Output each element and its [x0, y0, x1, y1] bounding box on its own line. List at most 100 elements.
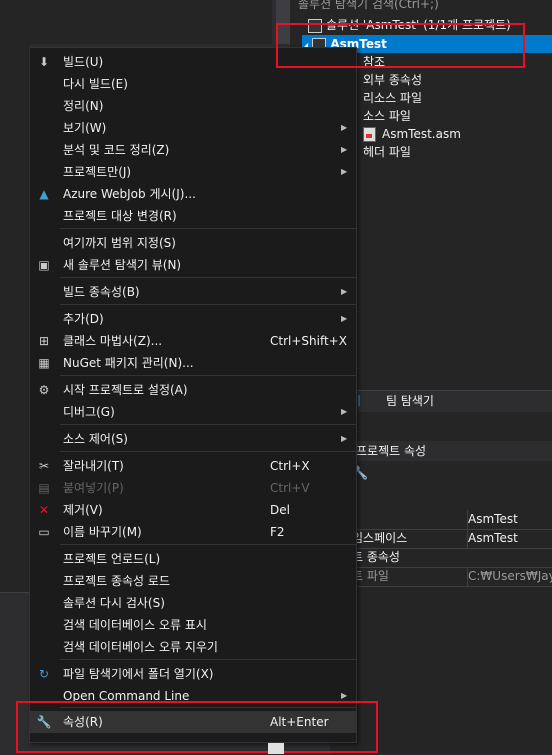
menu-item[interactable]: ✂ 잘라내기(T) Ctrl+X — [30, 455, 356, 477]
menu-item-label: 프로젝트 언로드(L) — [63, 552, 161, 566]
menu-item-label: 잘라내기(T) — [63, 459, 124, 473]
menu-item-label: 다시 빌드(E) — [63, 77, 128, 91]
submenu-arrow-icon: ▶ — [341, 407, 348, 416]
menu-separator — [60, 375, 356, 376]
menu-item[interactable]: 프로젝트만(J) ▶ — [30, 161, 356, 183]
menu-item[interactable]: 다시 빌드(E) — [30, 73, 356, 95]
menu-item[interactable]: 소스 제어(S) ▶ — [30, 428, 356, 450]
solution-search-input[interactable]: 솔루션 탐색기 검색(Ctrl+;) — [290, 0, 552, 16]
submenu-arrow-icon: ▶ — [341, 434, 348, 443]
menu-separator — [60, 659, 356, 660]
new-view-icon: ▣ — [38, 258, 50, 272]
menu-item[interactable]: 프로젝트 종속성 로드 — [30, 570, 356, 592]
menu-item-shortcut: Ctrl+Shift+X — [270, 334, 347, 348]
azure-icon: ▲ — [39, 187, 49, 201]
asm-file-label: AsmTest.asm — [382, 127, 461, 141]
submenu-arrow-icon: ▶ — [341, 167, 348, 176]
menu-item-label: 이름 바꾸기(M) — [63, 525, 142, 539]
rename-icon: ▭ — [38, 525, 50, 539]
editor-area — [0, 0, 272, 44]
solution-node[interactable]: 솔루션 'AsmTest' (1/1개 프로젝트) — [308, 16, 511, 34]
property-row[interactable]: 트 파일 C:₩Users₩JaysP — [330, 567, 552, 587]
tree-node-source-files[interactable]: 소스 파일 — [363, 107, 411, 125]
menu-item-label: 추가(D) — [63, 312, 104, 326]
menu-item[interactable]: 여기까지 범위 지정(S) — [30, 232, 356, 254]
scroll-thumb[interactable] — [268, 743, 284, 754]
left-panel-bottom — [0, 592, 30, 755]
menu-item[interactable]: 추가(D) ▶ — [30, 308, 356, 330]
menu-item[interactable]: ↻ 파일 탐색기에서 폴더 열기(X) — [30, 663, 356, 685]
menu-separator — [60, 544, 356, 545]
menu-item-label: 보기(W) — [63, 121, 107, 135]
class-wizard-icon: ⊞ — [38, 334, 50, 348]
scissors-icon: ✂ — [38, 459, 50, 473]
menu-item-label: 파일 탐색기에서 폴더 열기(X) — [63, 667, 214, 681]
menu-item-shortcut: F2 — [270, 525, 285, 539]
menu-item[interactable]: 검색 데이터베이스 오류 표시 — [30, 614, 356, 636]
menu-item[interactable]: 프로젝트 대상 변경(R) — [30, 205, 356, 227]
submenu-arrow-icon: ▶ — [341, 287, 348, 296]
menu-item-label: 디버그(G) — [63, 405, 115, 419]
delete-icon: ✕ — [38, 503, 50, 517]
build-icon: ⬇ — [38, 55, 50, 69]
property-key: 트 파일 — [352, 569, 389, 583]
property-value: AsmTest — [467, 510, 552, 529]
menu-item-label: 프로젝트만(J) — [63, 165, 132, 179]
menu-item-label: 프로젝트 종속성 로드 — [63, 574, 170, 588]
menu-item[interactable]: ✕ 제거(V) Del — [30, 499, 356, 521]
menu-separator — [60, 424, 356, 425]
property-key: 임스페이스 — [352, 531, 408, 545]
menu-item-label: 클래스 마법사(Z)... — [63, 334, 163, 348]
property-row[interactable]: 임스페이스 AsmTest — [330, 529, 552, 549]
menu-item[interactable]: ▤ 붙여넣기(P) Ctrl+V — [30, 477, 356, 499]
submenu-arrow-icon: ▶ — [341, 123, 348, 132]
explorer-tabs: 기 팀 탐색기 — [330, 390, 552, 413]
menu-item[interactable]: ⬇ 빌드(U) — [30, 51, 356, 73]
tab-team-explorer[interactable]: 팀 탐색기 — [386, 393, 434, 409]
property-value: C:₩Users₩JaysP — [467, 567, 552, 586]
menu-item-label: 새 솔루션 탐색기 뷰(N) — [63, 258, 182, 272]
menu-separator — [60, 451, 356, 452]
asm-file-icon — [363, 127, 376, 142]
menu-item-label: NuGet 패키지 관리(N)... — [63, 356, 194, 370]
menu-item-label: 프로젝트 대상 변경(R) — [63, 209, 177, 223]
menu-item-label: 속성(R) — [63, 715, 103, 729]
menu-item[interactable]: ⊞ 클래스 마법사(Z)... Ctrl+Shift+X — [30, 330, 356, 352]
menu-item[interactable]: 프로젝트 언로드(L) — [30, 548, 356, 570]
menu-item[interactable]: ▦ NuGet 패키지 관리(N)... — [30, 352, 356, 374]
menu-item-label: 정리(N) — [63, 99, 104, 113]
property-row[interactable]: AsmTest — [330, 510, 552, 530]
menu-item[interactable]: 보기(W) ▶ — [30, 117, 356, 139]
menu-separator — [60, 277, 356, 278]
menu-item[interactable]: 빌드 종속성(B) ▶ — [30, 281, 356, 303]
tree-node-references[interactable]: 참조 — [363, 53, 385, 71]
menu-item-label: 빌드 종속성(B) — [63, 285, 140, 299]
tree-node-external-deps[interactable]: 외부 종속성 — [363, 71, 422, 89]
menu-item-label: 붙여넣기(P) — [63, 481, 124, 495]
menu-separator — [60, 304, 356, 305]
tree-node-header-files[interactable]: 헤더 파일 — [363, 143, 411, 161]
menu-item-shortcut: Ctrl+X — [270, 459, 310, 473]
tree-node-asm-file[interactable]: AsmTest.asm — [363, 125, 461, 143]
menu-item[interactable]: ▲ Azure WebJob 게시(J)... — [30, 183, 356, 205]
menu-item[interactable]: 분석 및 코드 정리(Z) ▶ — [30, 139, 356, 161]
tree-node-resource-files[interactable]: 리소스 파일 — [363, 89, 422, 107]
property-row[interactable]: 트 종속성 — [330, 548, 552, 568]
menu-item[interactable]: Open Command Line ▶ — [30, 685, 356, 707]
gear-icon: ⚙ — [38, 383, 50, 397]
menu-separator — [60, 228, 356, 229]
menu-item[interactable]: ▭ 이름 바꾸기(M) F2 — [30, 521, 356, 543]
menu-item[interactable]: 정리(N) — [30, 95, 356, 117]
solution-icon — [308, 18, 322, 33]
menu-item[interactable]: ⚙ 시작 프로젝트로 설정(A) — [30, 379, 356, 401]
properties-header: 프로젝트 속성 — [330, 441, 552, 461]
submenu-arrow-icon: ▶ — [341, 314, 348, 323]
solution-label: 솔루션 'AsmTest' (1/1개 프로젝트) — [326, 18, 511, 32]
vertical-scrollbar[interactable] — [276, 0, 290, 44]
menu-item[interactable]: 검색 데이터베이스 오류 지우기 — [30, 636, 356, 658]
menu-item[interactable]: ▣ 새 솔루션 탐색기 뷰(N) — [30, 254, 356, 276]
menu-item[interactable]: 디버그(G) ▶ — [30, 401, 356, 423]
menu-item[interactable]: 솔루션 다시 검사(S) — [30, 592, 356, 614]
menu-item-label: 제거(V) — [63, 503, 103, 517]
menu-item[interactable]: 🔧 속성(R) Alt+Enter — [30, 711, 356, 733]
